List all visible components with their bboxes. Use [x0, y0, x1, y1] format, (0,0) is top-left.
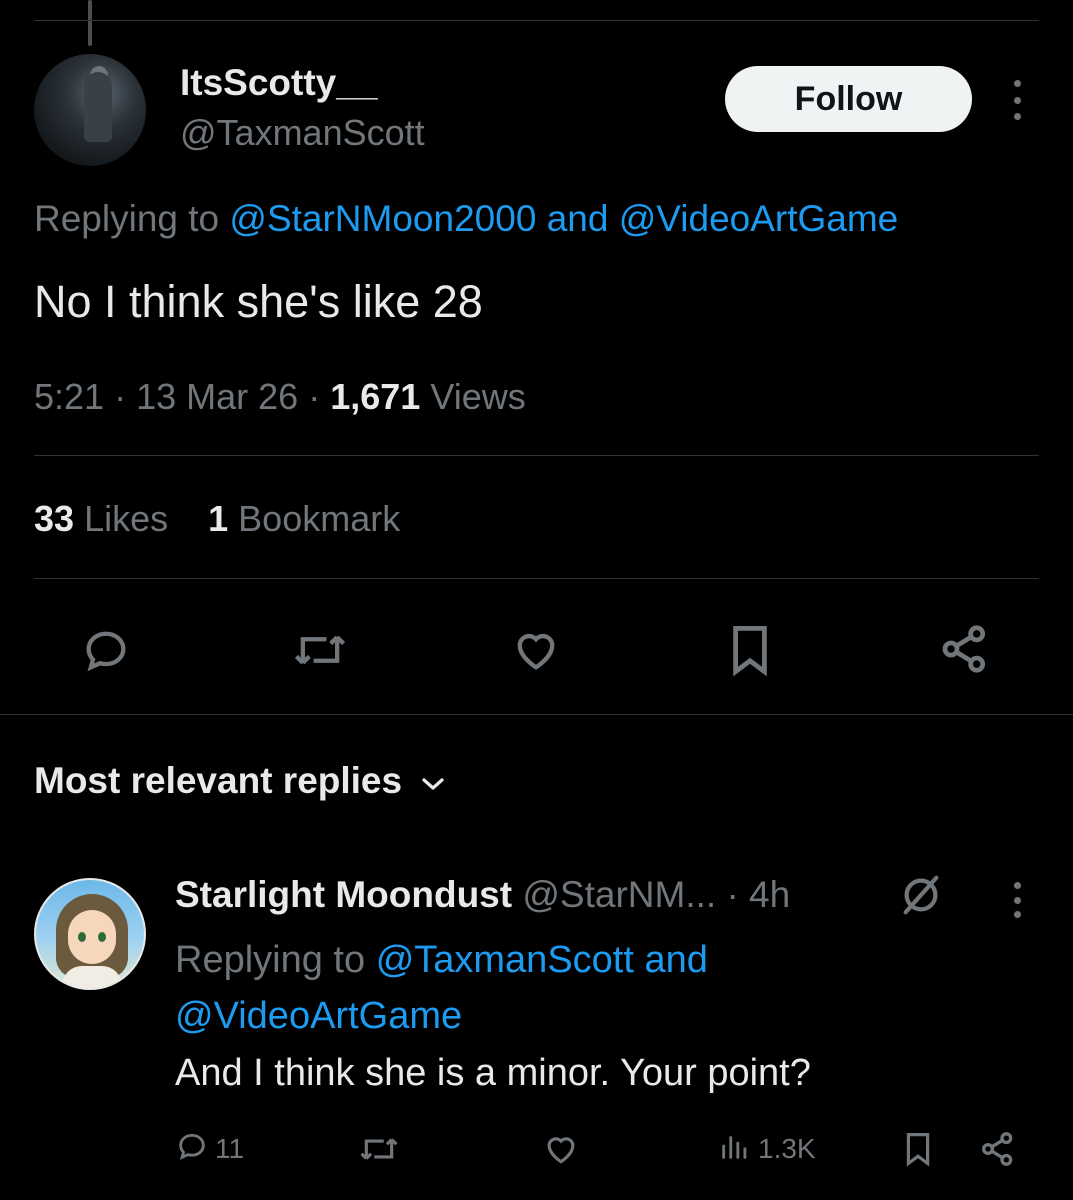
reply-author-handle[interactable]: @StarNM... — [522, 874, 716, 915]
reply-author-name[interactable]: Starlight Moondust — [175, 874, 512, 915]
replies-sort-dropdown[interactable]: Most relevant replies — [34, 760, 446, 802]
grok-icon[interactable] — [898, 872, 944, 923]
separator: · — [114, 376, 127, 417]
divider — [34, 455, 1039, 456]
author-avatar[interactable] — [34, 54, 146, 166]
repost-icon[interactable] — [356, 1128, 402, 1170]
share-icon[interactable] — [936, 620, 994, 678]
heart-icon[interactable] — [508, 622, 564, 678]
replying-prefix: Replying to — [175, 939, 366, 981]
tweet-time[interactable]: 5:21 — [34, 376, 104, 417]
author-name[interactable]: ItsScotty__ — [180, 62, 377, 104]
thread-connector-line — [88, 0, 92, 46]
more-options-icon[interactable] — [1002, 882, 1032, 918]
section-divider — [0, 714, 1073, 715]
reply-count: 11 — [215, 1133, 245, 1164]
divider — [34, 578, 1039, 579]
heart-icon[interactable] — [542, 1128, 580, 1170]
reply-icon[interactable] — [78, 622, 134, 678]
chevron-down-icon — [420, 760, 446, 802]
likes-stat[interactable]: 33 Likes — [34, 498, 168, 539]
reply-author-avatar[interactable] — [34, 878, 146, 990]
top-divider — [34, 20, 1039, 21]
mention-link[interactable]: @VideoArtGame — [619, 198, 899, 239]
share-icon[interactable] — [978, 1128, 1018, 1170]
replying-and[interactable]: and — [547, 198, 609, 239]
bookmarks-stat[interactable]: 1 Bookmark — [208, 498, 400, 539]
replying-to-line: Replying to @StarNMoon2000 and @VideoArt… — [34, 198, 898, 240]
bookmark-icon[interactable] — [902, 1128, 934, 1170]
engagement-stats: 33 Likes 1 Bookmark — [34, 498, 400, 540]
bookmark-icon[interactable] — [724, 620, 776, 680]
tweet-meta: 5:21 · 13 Mar 26 · 1,671 Views — [34, 376, 526, 418]
author-handle[interactable]: @TaxmanScott — [180, 112, 425, 154]
replying-and[interactable]: and — [644, 939, 707, 981]
separator: · — [308, 376, 321, 417]
likes-label: Likes — [84, 498, 169, 539]
repost-icon[interactable] — [288, 622, 352, 678]
mention-link[interactable]: @TaxmanScott — [376, 939, 634, 981]
views-button[interactable]: 1.3K — [718, 1128, 816, 1170]
tweet-text: No I think she's like 28 — [34, 276, 483, 327]
reply-header: Starlight Moondust @StarNM... · 4h — [175, 874, 790, 916]
reply-age[interactable]: · 4h — [726, 874, 790, 915]
likes-count: 33 — [34, 498, 75, 539]
more-options-icon[interactable] — [1002, 80, 1032, 120]
tweet-date[interactable]: 13 Mar 26 — [136, 376, 298, 417]
bookmarks-label: Bookmark — [238, 498, 401, 539]
views-label: Views — [430, 376, 526, 417]
reply-text: And I think she is a minor. Your point? — [175, 1052, 811, 1094]
bookmarks-count: 1 — [208, 498, 229, 539]
reply-icon — [175, 1129, 209, 1170]
views-count: 1,671 — [330, 376, 421, 417]
follow-button[interactable]: Follow — [725, 66, 972, 132]
views-icon — [718, 1129, 752, 1170]
mention-link[interactable]: @StarNMoon2000 — [229, 198, 536, 239]
mention-link[interactable]: @VideoArtGame — [175, 995, 462, 1037]
replies-sort-label: Most relevant replies — [34, 760, 403, 801]
reply-views-count: 1.3K — [758, 1133, 816, 1164]
replying-prefix: Replying to — [34, 198, 220, 239]
reply-replying-to-line: Replying to @TaxmanScott and @VideoArtGa… — [175, 932, 875, 1044]
reply-reply-button[interactable]: 11 — [175, 1128, 244, 1170]
